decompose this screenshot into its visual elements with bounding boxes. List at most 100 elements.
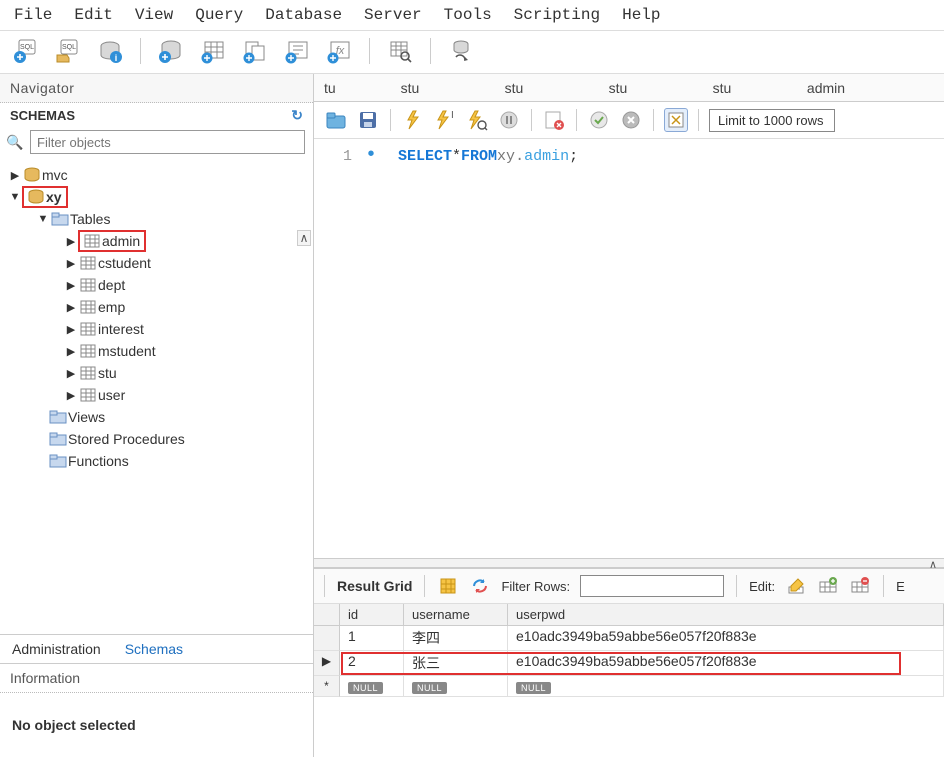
tab-item[interactable]: stu bbox=[566, 80, 670, 96]
db-xy[interactable]: xy bbox=[46, 189, 62, 205]
row-header[interactable]: * bbox=[314, 676, 340, 697]
cell[interactable]: 2 bbox=[340, 651, 404, 676]
cell[interactable]: 1 bbox=[340, 626, 404, 651]
expand-icon[interactable] bbox=[64, 389, 78, 402]
col-username[interactable]: username bbox=[404, 604, 508, 626]
expand-icon[interactable] bbox=[64, 323, 78, 336]
db-mvc[interactable]: mvc bbox=[42, 167, 68, 183]
stored-procedures-folder[interactable]: Stored Procedures bbox=[68, 431, 185, 447]
create-view-icon[interactable] bbox=[241, 37, 269, 65]
table-stu[interactable]: stu bbox=[98, 365, 117, 381]
result-grid[interactable]: id username userpwd 1 李四 e10adc3949ba59a… bbox=[314, 604, 944, 757]
menu-server[interactable]: Server bbox=[364, 6, 422, 24]
autocommit-toggle-icon[interactable] bbox=[664, 108, 688, 132]
pane-splitter[interactable]: ∧ bbox=[314, 558, 944, 568]
expand-icon[interactable] bbox=[64, 235, 78, 248]
create-schema-icon[interactable] bbox=[157, 37, 185, 65]
collapse-icon[interactable] bbox=[36, 213, 50, 225]
collapse-icon[interactable] bbox=[8, 191, 22, 203]
create-function-icon[interactable]: fx bbox=[325, 37, 353, 65]
menu-bar: File Edit View Query Database Server Too… bbox=[0, 0, 944, 31]
tab-item[interactable]: stu bbox=[358, 80, 462, 96]
expand-icon[interactable] bbox=[64, 301, 78, 314]
create-table-icon[interactable] bbox=[199, 37, 227, 65]
menu-database[interactable]: Database bbox=[265, 6, 342, 24]
create-procedure-icon[interactable] bbox=[283, 37, 311, 65]
sql-keyword: SELECT bbox=[398, 148, 452, 165]
cell-null[interactable]: NULL bbox=[404, 676, 508, 697]
table-icon bbox=[78, 342, 98, 360]
stop-icon[interactable] bbox=[497, 108, 521, 132]
table-mstudent[interactable]: mstudent bbox=[98, 343, 156, 359]
cell-null[interactable]: NULL bbox=[340, 676, 404, 697]
table-admin[interactable]: admin bbox=[102, 233, 140, 249]
table-icon bbox=[78, 254, 98, 272]
row-header[interactable]: ▶ bbox=[314, 651, 340, 676]
refresh-icon[interactable] bbox=[469, 575, 491, 597]
tables-folder[interactable]: Tables bbox=[70, 211, 110, 227]
execute-icon[interactable] bbox=[401, 108, 425, 132]
refresh-schemas-icon[interactable]: ↻ bbox=[291, 107, 303, 124]
sql-keyword: FROM bbox=[461, 148, 497, 165]
menu-edit[interactable]: Edit bbox=[74, 6, 112, 24]
tab-item[interactable]: stu bbox=[462, 80, 566, 96]
limit-rows-select[interactable]: Limit to 1000 rows bbox=[709, 109, 835, 132]
edit-row-icon[interactable] bbox=[785, 575, 807, 597]
tab-administration[interactable]: Administration bbox=[0, 635, 113, 663]
rollback-icon[interactable] bbox=[619, 108, 643, 132]
explain-icon[interactable] bbox=[465, 108, 489, 132]
menu-tools[interactable]: Tools bbox=[444, 6, 492, 24]
editor-tabs: tu stu stu stu stu admin bbox=[314, 74, 944, 102]
col-id[interactable]: id bbox=[340, 604, 404, 626]
tab-schemas[interactable]: Schemas bbox=[113, 635, 195, 663]
open-file-icon[interactable] bbox=[324, 108, 348, 132]
open-sql-file-icon[interactable]: SQL bbox=[54, 37, 82, 65]
filter-objects-input[interactable] bbox=[30, 130, 305, 154]
table-cstudent[interactable]: cstudent bbox=[98, 255, 151, 271]
views-folder[interactable]: Views bbox=[68, 409, 105, 425]
expand-icon[interactable] bbox=[64, 345, 78, 358]
execute-current-icon[interactable]: I bbox=[433, 108, 457, 132]
save-icon[interactable] bbox=[356, 108, 380, 132]
cell[interactable]: 张三 bbox=[404, 651, 508, 676]
cell-null[interactable]: NULL bbox=[508, 676, 944, 697]
expand-icon[interactable] bbox=[64, 279, 78, 292]
reconnect-icon[interactable] bbox=[447, 37, 475, 65]
expand-icon[interactable] bbox=[8, 169, 22, 182]
table-user[interactable]: user bbox=[98, 387, 125, 403]
table-emp[interactable]: emp bbox=[98, 299, 125, 315]
delete-row-icon[interactable] bbox=[849, 575, 871, 597]
cell[interactable]: e10adc3949ba59abbe56e057f20f883e bbox=[508, 651, 944, 676]
tab-item[interactable]: admin bbox=[774, 80, 878, 96]
sql-editor[interactable]: 1 • SELECT * FROM xy . admin ; bbox=[314, 139, 944, 558]
breakpoint-icon[interactable]: • bbox=[362, 149, 380, 163]
menu-query[interactable]: Query bbox=[195, 6, 243, 24]
cell[interactable]: e10adc3949ba59abbe56e057f20f883e bbox=[508, 626, 944, 651]
menu-scripting[interactable]: Scripting bbox=[514, 6, 600, 24]
row-header[interactable] bbox=[314, 626, 340, 651]
schema-tree[interactable]: ∧ mvc xy bbox=[0, 160, 313, 634]
col-userpwd[interactable]: userpwd bbox=[508, 604, 944, 626]
new-sql-tab-icon[interactable]: SQL bbox=[12, 37, 40, 65]
result-grid-view-icon[interactable] bbox=[437, 575, 459, 597]
menu-file[interactable]: File bbox=[14, 6, 52, 24]
menu-view[interactable]: View bbox=[135, 6, 173, 24]
chevron-up-icon[interactable]: ∧ bbox=[926, 558, 940, 570]
menu-help[interactable]: Help bbox=[622, 6, 660, 24]
table-icon bbox=[78, 298, 98, 316]
tab-item[interactable]: stu bbox=[670, 80, 774, 96]
table-dept[interactable]: dept bbox=[98, 277, 125, 293]
expand-icon[interactable] bbox=[64, 257, 78, 270]
functions-folder[interactable]: Functions bbox=[68, 453, 129, 469]
cell[interactable]: 李四 bbox=[404, 626, 508, 651]
search-table-icon[interactable] bbox=[386, 37, 414, 65]
tab-item[interactable]: tu bbox=[324, 80, 358, 96]
filter-rows-input[interactable] bbox=[580, 575, 724, 597]
add-row-icon[interactable] bbox=[817, 575, 839, 597]
commit-icon[interactable] bbox=[587, 108, 611, 132]
table-interest[interactable]: interest bbox=[98, 321, 144, 337]
main-toolbar: SQL SQL i fx bbox=[0, 31, 944, 74]
server-info-icon[interactable]: i bbox=[96, 37, 124, 65]
stop-on-error-icon[interactable] bbox=[542, 108, 566, 132]
expand-icon[interactable] bbox=[64, 367, 78, 380]
